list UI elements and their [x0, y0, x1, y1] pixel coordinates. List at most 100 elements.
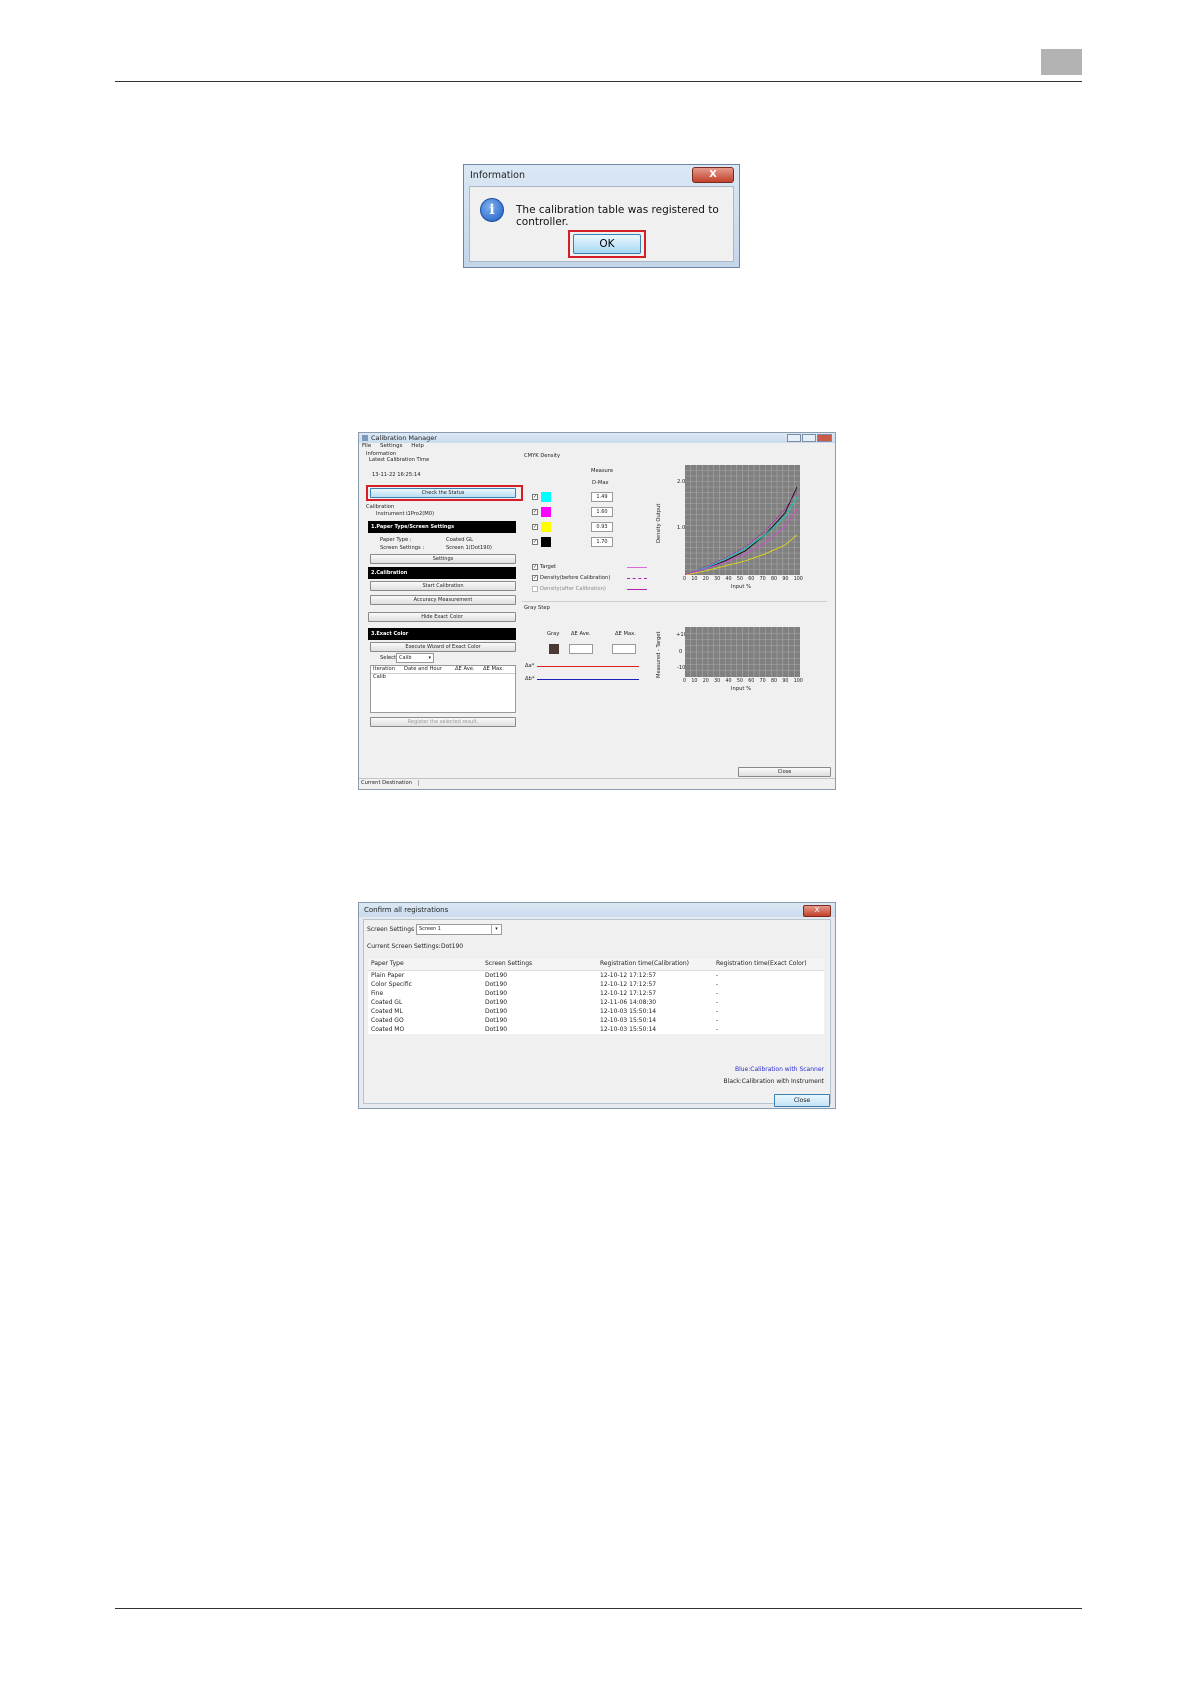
maximize-icon[interactable]	[802, 434, 816, 442]
table-cell: 12-10-03 15:50:14	[600, 1017, 657, 1024]
chevron-down-icon: ▾	[428, 655, 431, 661]
table-cell: 12-10-12 17:12:57	[600, 972, 657, 979]
menu-settings[interactable]: Settings	[380, 443, 403, 449]
density-x-tick: 30	[714, 577, 721, 582]
paper-type-label: Paper Type :	[380, 537, 412, 543]
table-cell: -	[716, 990, 719, 997]
table-cell: -	[716, 1017, 719, 1024]
table-row[interactable]: Plain Paper Dot190 12-10-12 17:12:57 -	[368, 971, 824, 980]
table-cell: -	[716, 1026, 719, 1033]
table-cell: 12-11-06 14:08:30	[600, 999, 657, 1006]
gray-x-tick: 100	[793, 679, 803, 684]
screen-settings-value: Screen 1	[419, 926, 441, 932]
table-cell: -	[716, 999, 719, 1006]
minimize-icon[interactable]	[787, 434, 801, 442]
accuracy-measurement-button[interactable]: Accuracy Measurement	[370, 595, 516, 605]
table-cell: Dot190	[485, 999, 508, 1006]
register-selected-button[interactable]: Register the selected result.	[370, 717, 516, 727]
column-screen-settings: Screen Settings	[485, 960, 533, 967]
legend-after-line	[627, 589, 647, 590]
column-registration-calibration: Registration time(Calibration)	[600, 960, 689, 967]
table-cell: Dot190	[485, 990, 508, 997]
menu-help[interactable]: Help	[411, 443, 424, 449]
current-destination-label: Current Destination	[361, 780, 419, 786]
close-button[interactable]: Close	[774, 1094, 830, 1107]
hide-exact-color-button[interactable]: Hide Exact Color	[368, 612, 516, 622]
table-cell: Fine	[371, 990, 384, 997]
density-x-ticks: 0 10 20 30 40 50 60 70 80 90 100	[683, 577, 803, 582]
cyan-checkbox[interactable]: ✓	[532, 494, 538, 500]
black-checkbox[interactable]: ✓	[532, 539, 538, 545]
dialog-title: Information	[470, 170, 525, 181]
dialog-body: i The calibration table was registered t…	[469, 186, 734, 262]
before-checkbox[interactable]: ✓	[532, 575, 538, 581]
table-row[interactable]: Coated GO Dot190 12-10-03 15:50:14 -	[368, 1016, 824, 1025]
target-checkbox[interactable]: ✓	[532, 564, 538, 570]
legend-after: Density(after Calibration)	[540, 586, 606, 592]
start-calibration-button[interactable]: Start Calibration	[370, 581, 516, 591]
settings-button[interactable]: Settings	[370, 554, 516, 564]
screen-settings-dropdown[interactable]: Screen 1 ▾	[416, 924, 502, 935]
table-row[interactable]: Fine Dot190 12-10-12 17:12:57 -	[368, 989, 824, 998]
black-dmax-field: 1.70	[591, 537, 613, 547]
table-row[interactable]: Color Specific Dot190 12-10-12 17:12:57 -	[368, 980, 824, 989]
section-paper-screen-bar: 1.Paper Type/Screen Settings	[368, 521, 516, 533]
column-de-ave: ΔE Ave.	[455, 666, 475, 672]
table-row[interactable]: Coated ML Dot190 12-10-03 15:50:14 -	[368, 1007, 824, 1016]
exact-color-wizard-button[interactable]: Execute Wizard of Exact Color	[370, 642, 516, 652]
table-cell: 12-10-03 15:50:14	[600, 1026, 657, 1033]
yellow-checkbox[interactable]: ✓	[532, 524, 538, 530]
table-row[interactable]: Calib	[373, 674, 386, 680]
gray-x-tick: 0	[683, 679, 687, 684]
density-x-tick: 90	[782, 577, 789, 582]
footer-rule	[115, 1608, 1082, 1609]
select-value: Calib	[399, 655, 412, 661]
de-max-label: ΔE Max.	[615, 631, 636, 637]
gray-x-axis-label: Input %	[731, 686, 752, 692]
close-icon[interactable]	[817, 434, 832, 442]
density-x-tick: 10	[691, 577, 698, 582]
legend-blue: Blue:Calibration with Scanner	[734, 1066, 824, 1073]
gray-x-tick: 70	[759, 679, 766, 684]
screen-settings-label: Screen Settings	[367, 926, 415, 933]
table-row[interactable]: Coated MO Dot190 12-10-03 15:50:14 -	[368, 1025, 824, 1034]
gray-step-divider	[522, 601, 827, 602]
column-de-max: ΔE Max.	[483, 666, 504, 672]
table-cell: -	[716, 981, 719, 988]
table-cell: Coated GO	[371, 1017, 404, 1024]
da-label: Δa*	[525, 663, 535, 669]
table-row[interactable]: Coated GL Dot190 12-11-06 14:08:30 -	[368, 998, 824, 1007]
information-dialog: Information X i The calibration table wa…	[463, 164, 740, 268]
gray-label: Gray	[547, 631, 560, 637]
close-button[interactable]: Close	[738, 767, 831, 777]
density-y-tick-2: 2.0	[677, 479, 686, 485]
density-x-tick: 20	[702, 577, 709, 582]
table-cell: Dot190	[485, 1026, 508, 1033]
density-x-tick: 70	[759, 577, 766, 582]
gray-x-ticks: 0 10 20 30 40 50 60 70 80 90 100	[683, 679, 803, 684]
after-checkbox[interactable]	[532, 586, 538, 592]
table-cell: Plain Paper	[371, 972, 405, 979]
info-icon: i	[480, 198, 504, 222]
close-icon[interactable]: X	[692, 167, 734, 183]
magenta-checkbox[interactable]: ✓	[532, 509, 538, 515]
screen-settings-label: Screen Settings :	[380, 545, 425, 551]
magenta-dmax-field: 1.60	[591, 507, 613, 517]
table-cell: Dot190	[485, 1008, 508, 1015]
select-label: Select	[380, 655, 397, 661]
yellow-swatch	[541, 522, 551, 532]
table-header: Paper Type Screen Settings Registration …	[368, 959, 824, 971]
check-status-button[interactable]: Check the Status	[370, 488, 516, 498]
legend-target-line	[627, 567, 647, 568]
chevron-down-icon: ▾	[491, 925, 501, 934]
menu-file[interactable]: File	[362, 443, 371, 449]
gray-x-tick: 50	[736, 679, 743, 684]
dmax-label: D-Max	[592, 480, 609, 486]
current-screen-settings-value: Dot190	[441, 943, 464, 950]
close-icon[interactable]: X	[803, 905, 831, 917]
ok-button[interactable]: OK	[573, 234, 641, 254]
dialog-title: Confirm all registrations	[364, 906, 449, 914]
window-titlebar: Calibration Manager	[359, 433, 835, 443]
select-dropdown[interactable]: Calib ▾	[396, 653, 434, 663]
yellow-dmax-field: 0.93	[591, 522, 613, 532]
